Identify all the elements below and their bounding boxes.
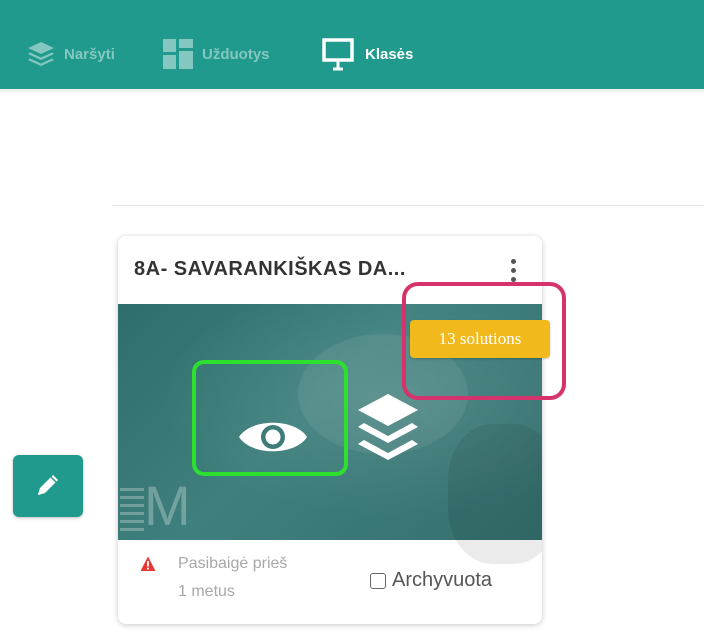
highlight-box-view bbox=[192, 360, 348, 476]
nav-item-label: Užduotys bbox=[202, 45, 270, 63]
archive-label: Archyvuota bbox=[392, 569, 493, 591]
nav-item-classes[interactable]: Klasės bbox=[321, 34, 413, 74]
card-title: 8A- SAVARANKIŠKAS DA... bbox=[134, 258, 406, 280]
layers-icon[interactable] bbox=[356, 392, 420, 468]
topbar-shadow bbox=[0, 89, 704, 92]
pencil-icon bbox=[38, 475, 58, 495]
layers-icon bbox=[28, 42, 54, 66]
nav-item-tasks[interactable]: Užduotys bbox=[162, 34, 270, 74]
cover-texture bbox=[448, 424, 542, 564]
archive-checkbox[interactable]: Archyvuota bbox=[370, 569, 492, 592]
expiry-status-text: Pasibaigė prieš 1 metus bbox=[178, 555, 288, 600]
grid-icon bbox=[163, 39, 193, 69]
top-navigation-bar: Naršyti Užduotys Klasės bbox=[0, 0, 704, 92]
edit-button[interactable] bbox=[13, 455, 83, 517]
watermark-logo: M bbox=[120, 478, 196, 538]
nav-item-browse[interactable]: Naršyti bbox=[26, 34, 115, 74]
section-divider bbox=[112, 205, 704, 206]
nav-item-label: Klasės bbox=[365, 45, 414, 63]
checkbox-box[interactable] bbox=[370, 572, 386, 589]
presentation-board-icon bbox=[322, 38, 354, 71]
warning-triangle-icon bbox=[140, 556, 156, 571]
nav-item-label: Naršyti bbox=[64, 45, 115, 63]
highlight-box-solutions bbox=[402, 282, 566, 400]
